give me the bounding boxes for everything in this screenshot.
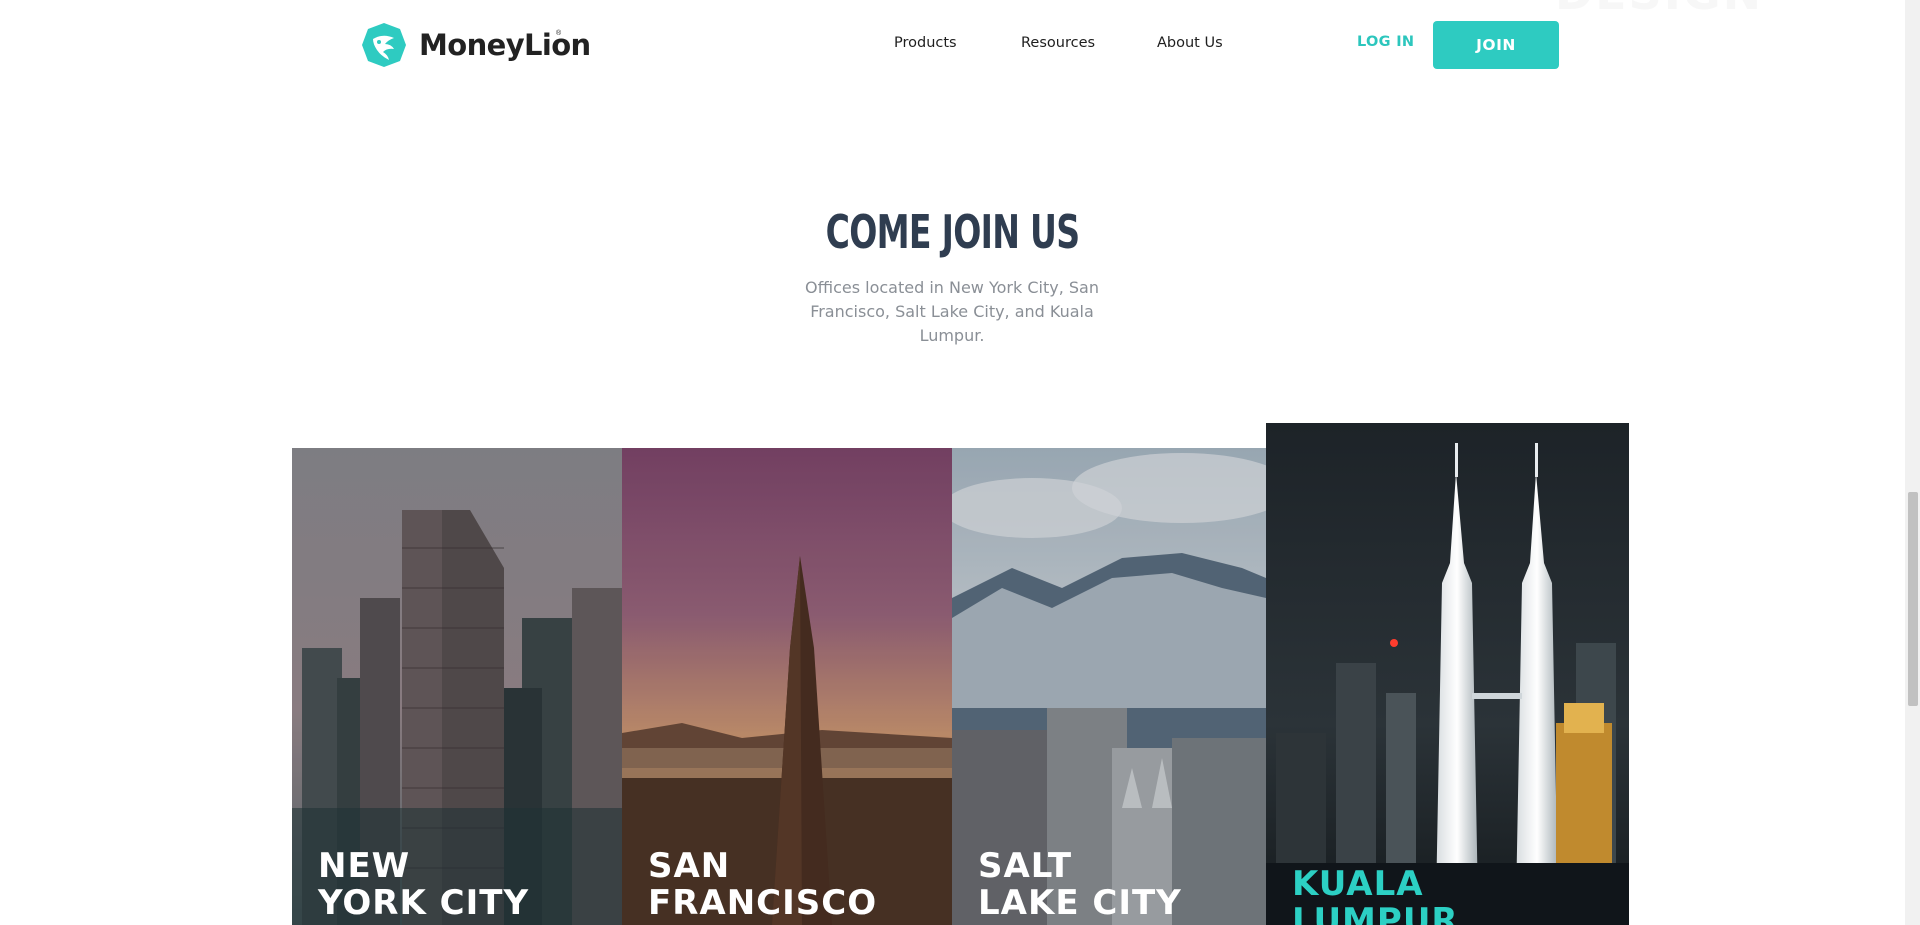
city-tile-san-francisco[interactable]: SAN FRANCISCO [622,448,952,925]
city-name-new-york: NEW YORK CITY [318,846,530,923]
brand-name: MoneyLion [419,28,591,62]
site-header: DESIGN MoneyLion ® Products Resources Ab… [0,0,1905,90]
moneylion-lion-icon [362,23,406,67]
city-name-san-francisco: SAN FRANCISCO [648,846,878,923]
moneylion-logo[interactable]: MoneyLion ® [361,22,591,68]
city-tile-new-york[interactable]: NEW YORK CITY [292,448,622,925]
section-subtitle: Offices located in New York City, San Fr… [805,278,1099,345]
join-button[interactable]: JOIN [1433,21,1559,69]
nav-resources[interactable]: Resources [1021,35,1095,51]
scrollbar-thumb[interactable] [1908,492,1918,706]
section-title: COME JOIN US [825,205,1080,259]
login-link[interactable]: LOG IN [1357,34,1414,50]
registered-mark: ® [556,30,562,37]
city-tile-salt-lake-city[interactable]: SALT LAKE CITY [952,448,1266,925]
decorative-background-text: DESIGN [1555,0,1763,20]
kuala-lumpur-photo [1266,423,1629,925]
nav-products[interactable]: Products [894,35,957,51]
city-name-salt-lake-city: SALT LAKE CITY [978,846,1182,923]
page-scrollbar[interactable] [1905,0,1920,925]
nav-about-us[interactable]: About Us [1157,35,1223,51]
city-tile-kuala-lumpur[interactable]: KUALA LUMPUR [1266,423,1629,925]
city-name-kuala-lumpur: KUALA LUMPUR [1292,864,1459,925]
